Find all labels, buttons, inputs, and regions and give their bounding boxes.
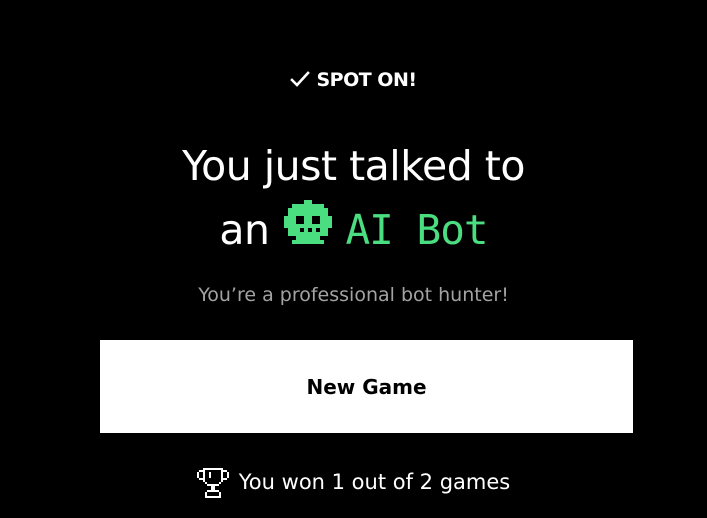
headline-line-2: an AI Bot bbox=[0, 198, 707, 262]
headline-prefix: an bbox=[219, 206, 270, 254]
result-screen: SPOT ON! You just talked to an AI Bot Yo… bbox=[0, 0, 707, 518]
subtitle: You’re a professional bot hunter! bbox=[198, 284, 509, 306]
trophy-icon bbox=[196, 466, 229, 498]
verdict: SPOT ON! bbox=[0, 69, 707, 91]
bot-label: AI Bot bbox=[345, 206, 489, 254]
headline-line-1: You just talked to bbox=[182, 142, 525, 190]
verdict-text: SPOT ON! bbox=[316, 69, 417, 91]
headline: You just talked to an AI Bot bbox=[0, 134, 707, 262]
new-game-button[interactable]: New Game bbox=[100, 340, 633, 433]
robot-icon bbox=[283, 198, 332, 262]
score-summary: You won 1 out of 2 games bbox=[0, 466, 707, 498]
score-text: You won 1 out of 2 games bbox=[238, 470, 511, 494]
check-icon bbox=[290, 71, 311, 89]
